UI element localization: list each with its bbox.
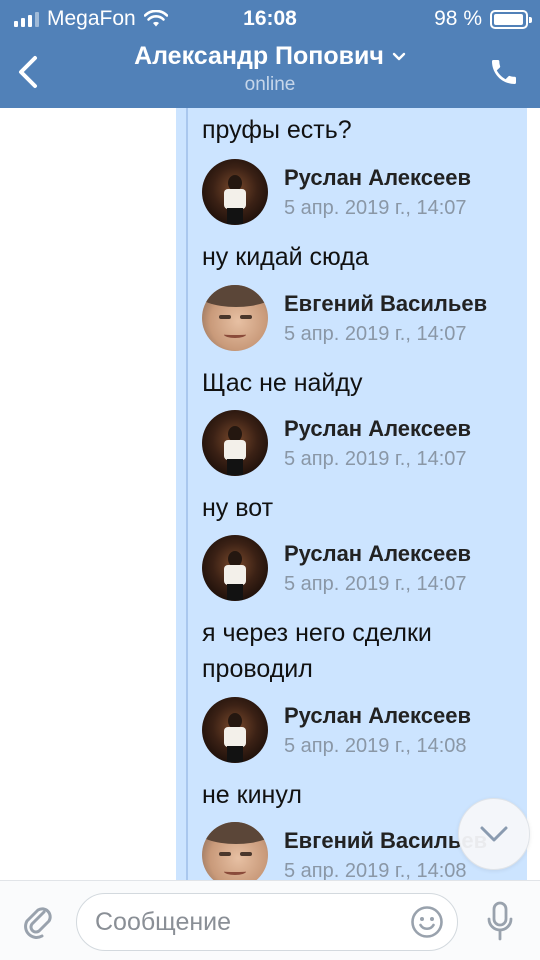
- avatar[interactable]: [202, 285, 268, 351]
- phone-icon: [492, 60, 516, 84]
- message-text: Щас не найду: [202, 369, 363, 397]
- sender-name[interactable]: Руслан Алексеев: [284, 165, 471, 191]
- scroll-to-bottom-button[interactable]: [458, 798, 530, 870]
- avatar[interactable]: [202, 410, 268, 476]
- forwarded-message: Руслан Алексеев 5 апр. 2019 г., 14:07 ну…: [202, 159, 522, 275]
- message-date: 5 апр. 2019 г., 14:07: [284, 197, 467, 219]
- forwarded-message: Руслан Алексеев 5 апр. 2019 г., 14:07 я …: [202, 535, 522, 687]
- chat-title-text: Александр Попович: [134, 42, 384, 70]
- forwarded-text-first: пруфы есть?: [202, 112, 522, 148]
- message-list[interactable]: пруфы есть? Руслан Алексеев 5 апр. 2019 …: [0, 108, 540, 880]
- microphone-icon: [487, 901, 513, 941]
- avatar[interactable]: [202, 697, 268, 763]
- message-text: пруфы есть?: [202, 116, 352, 144]
- message-composer: [0, 880, 540, 960]
- call-button[interactable]: [484, 52, 524, 92]
- battery-percent: 98 %: [434, 7, 482, 30]
- online-status: online: [244, 74, 296, 95]
- sender-name[interactable]: Руслан Алексеев: [284, 416, 471, 442]
- chevron-down-icon: [480, 826, 508, 842]
- message-date: 5 апр. 2019 г., 14:07: [284, 573, 467, 595]
- voice-message-button[interactable]: [482, 897, 518, 945]
- top-bar: MegaFon 16:08 98 % Александр Попович onl…: [0, 0, 540, 108]
- battery-icon: [490, 9, 532, 29]
- status-bar: MegaFon 16:08 98 %: [0, 0, 540, 36]
- chevron-down-icon: [392, 52, 406, 60]
- avatar[interactable]: [202, 159, 268, 225]
- message-text: ну вот: [202, 494, 274, 522]
- message-text: я через него сделки проводил: [202, 619, 432, 683]
- message-date: 5 апр. 2019 г., 14:08: [284, 860, 467, 880]
- message-input[interactable]: [95, 894, 405, 950]
- forwarded-message: Руслан Алексеев 5 апр. 2019 г., 14:08 не…: [202, 697, 522, 813]
- status-bar-right: 98 %: [434, 7, 532, 31]
- paperclip-icon: [24, 907, 52, 939]
- avatar[interactable]: [202, 535, 268, 601]
- sender-name[interactable]: Руслан Алексеев: [284, 703, 471, 729]
- emoji-button[interactable]: [409, 904, 445, 940]
- message-date: 5 апр. 2019 г., 14:07: [284, 448, 467, 470]
- sender-name[interactable]: Евгений Васильев: [284, 291, 487, 317]
- sender-name[interactable]: Евгений Васильев: [284, 828, 487, 854]
- forwarded-message: Евгений Васильев 5 апр. 2019 г., 14:07 Щ…: [202, 285, 522, 401]
- forwarded-thread: пруфы есть? Руслан Алексеев 5 апр. 2019 …: [186, 108, 516, 880]
- message-input-box[interactable]: [76, 893, 458, 951]
- avatar[interactable]: [202, 822, 268, 880]
- forwarded-message: Руслан Алексеев 5 апр. 2019 г., 14:07 ну…: [202, 410, 522, 526]
- attach-button[interactable]: [18, 899, 58, 943]
- message-text: ну кидай сюда: [202, 243, 369, 271]
- message-date: 5 апр. 2019 г., 14:07: [284, 323, 467, 345]
- chat-title[interactable]: Александр Попович: [134, 42, 406, 71]
- sender-name[interactable]: Руслан Алексеев: [284, 541, 471, 567]
- message-date: 5 апр. 2019 г., 14:08: [284, 735, 467, 757]
- chat-title-area[interactable]: Александр Попович online: [0, 42, 540, 96]
- smile-icon: [411, 906, 443, 938]
